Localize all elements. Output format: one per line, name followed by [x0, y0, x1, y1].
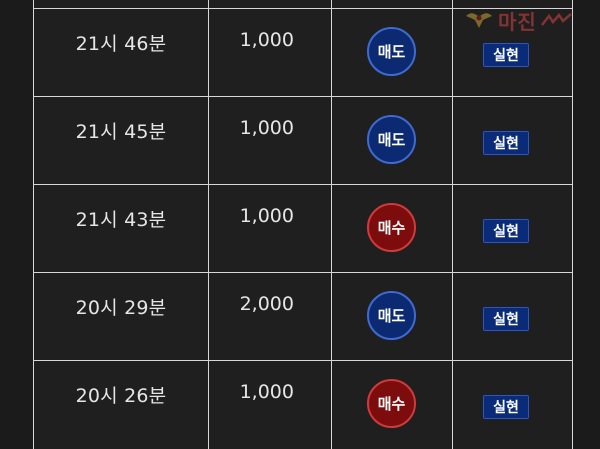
- status-cell: 실현: [453, 185, 573, 273]
- time-cell: 21시 45분: [34, 97, 209, 185]
- sell-badge: 매도: [367, 291, 416, 340]
- trade-time: 21시 45분: [75, 121, 167, 143]
- brand-swoosh-icon: [540, 13, 572, 26]
- table-row: 21시 43분 1,000 매수 실현: [34, 185, 573, 273]
- buy-badge: 매수: [367, 379, 416, 428]
- status-badge: 실현: [483, 131, 529, 155]
- trade-quantity: 1,000: [239, 117, 294, 139]
- time-cell: 21시 43분: [34, 185, 209, 273]
- site-watermark: 마진: [464, 5, 596, 35]
- quantity-cell: 1,000: [209, 361, 332, 449]
- status-cell: 실현: [453, 273, 573, 361]
- status-badge: 실현: [483, 219, 529, 243]
- sell-badge: 매도: [367, 115, 416, 164]
- trade-time: 21시 43분: [75, 209, 167, 231]
- status-cell: 실현: [453, 97, 573, 185]
- trade-time: 20시 26분: [75, 385, 167, 407]
- time-cell: 20시 26분: [34, 361, 209, 449]
- time-cell: 21시 46분: [34, 9, 209, 97]
- quantity-cell: 1,000: [209, 9, 332, 97]
- side-cell: 매수: [332, 185, 453, 273]
- trade-quantity: 1,000: [239, 29, 294, 51]
- trade-table: 21시 46분 1,000 매도 실현 21시 45분 1,000 매도 실현 …: [33, 0, 573, 449]
- sell-badge: 매도: [367, 27, 416, 76]
- status-badge: 실현: [483, 307, 529, 331]
- eagle-emblem-icon: [466, 13, 492, 28]
- status-badge: 실현: [483, 43, 529, 67]
- status-badge: 실현: [483, 395, 529, 419]
- trade-quantity: 2,000: [239, 293, 294, 315]
- trade-quantity: 1,000: [239, 205, 294, 227]
- side-cell: 매수: [332, 361, 453, 449]
- table-row: 20시 29분 2,000 매도 실현: [34, 273, 573, 361]
- trade-history-screen: 21시 46분 1,000 매도 실현 21시 45분 1,000 매도 실현 …: [0, 0, 600, 449]
- quantity-cell: 1,000: [209, 97, 332, 185]
- table-row: 21시 45분 1,000 매도 실현: [34, 97, 573, 185]
- watermark-text: 마진: [498, 9, 537, 34]
- table-row: 20시 26분 1,000 매수 실현: [34, 361, 573, 449]
- side-cell: 매도: [332, 9, 453, 97]
- trade-quantity: 1,000: [239, 381, 294, 403]
- buy-badge: 매수: [367, 203, 416, 252]
- status-cell: 실현: [453, 361, 573, 449]
- quantity-cell: 1,000: [209, 185, 332, 273]
- side-cell: 매도: [332, 273, 453, 361]
- trade-time: 21시 46분: [75, 33, 167, 55]
- quantity-cell: 2,000: [209, 273, 332, 361]
- time-cell: 20시 29분: [34, 273, 209, 361]
- side-cell: 매도: [332, 97, 453, 185]
- trade-time: 20시 29분: [75, 297, 167, 319]
